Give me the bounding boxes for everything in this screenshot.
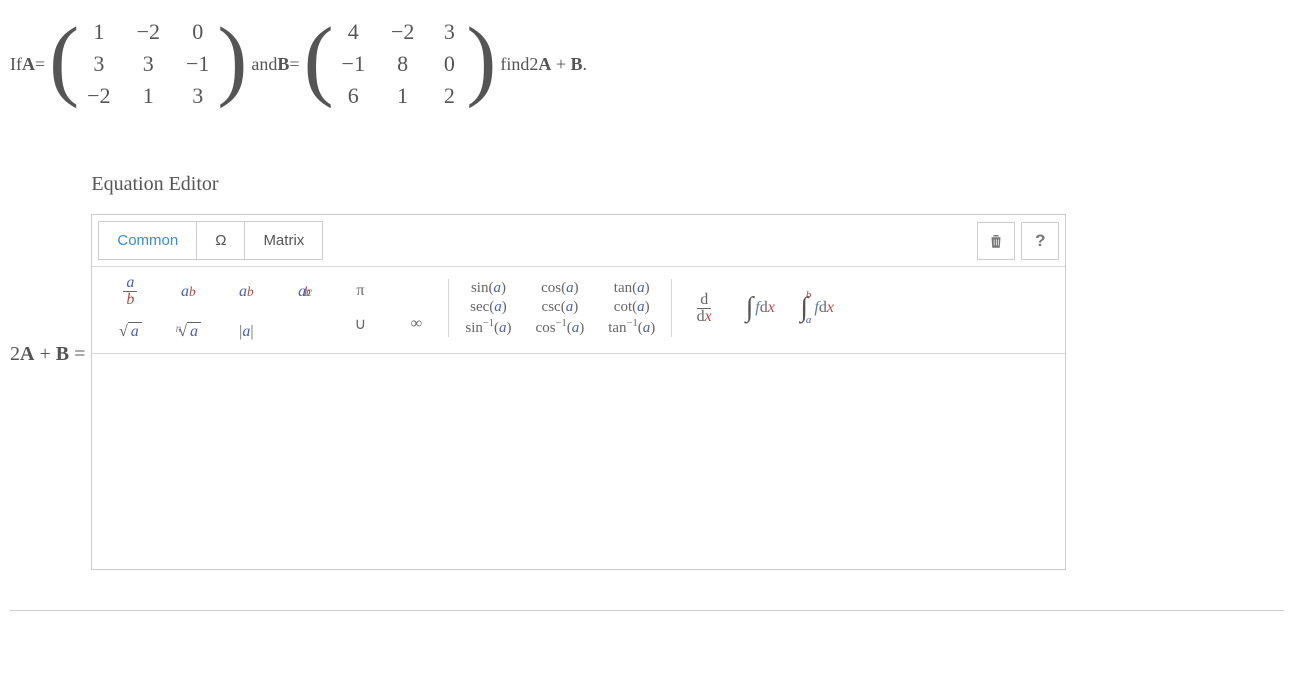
matrixB-cell: 2 [440,83,458,109]
tab-common[interactable]: Common [98,221,197,260]
palette-derivative[interactable]: ddx [684,290,724,327]
palette-fraction[interactable]: ab [110,273,150,310]
palette-pi[interactable]: π [340,280,380,302]
tab-matrix[interactable]: Matrix [244,221,323,260]
palette-trig-sin[interactable]: sin(a) sec(a) sin−1(a) [461,278,515,339]
matrixA-cell: 0 [186,19,209,45]
matrixB-cell: 6 [342,83,365,109]
palette-subsup[interactable]: acb [284,273,324,310]
matrixA-cell: 1 [137,83,160,109]
palette-separator [671,279,672,337]
right-paren: ) [466,15,496,113]
symbol-palette: ab ab ab acb √a [92,267,1065,354]
left-paren: ( [304,15,334,113]
problem-statement: If A = ( 1 −2 0 3 3 −1 −2 1 3 ) and B = … [10,15,1284,113]
trash-button[interactable] [977,222,1015,260]
matrixB-cell: 3 [440,19,458,45]
matrixB-cell: 4 [342,19,365,45]
matrixB-cell: −1 [342,51,365,77]
help-button[interactable]: ? [1021,222,1059,260]
matrixA-cell: −1 [186,51,209,77]
matrixA-cell: 3 [137,51,160,77]
matrixA-cell: 3 [87,51,110,77]
period: . [583,54,588,75]
palette-power[interactable]: ab [168,273,208,310]
matrixA-cell: 3 [186,83,209,109]
tab-omega[interactable]: Ω [196,221,245,260]
label-B: B [277,54,289,75]
equals-2: = [289,54,299,75]
right-paren: ) [217,15,247,113]
equation-editor: Common Ω Matrix ? ab [91,214,1066,570]
text-find: find [500,54,529,75]
label-A: A [22,54,35,75]
divider [10,610,1284,611]
matrixB-cell: −2 [391,19,414,45]
palette-sqrt[interactable]: √a [110,320,150,343]
matrix-B: ( 4 −2 3 −1 8 0 6 1 2 ) [304,15,497,113]
palette-infinity[interactable]: ∞ [396,313,436,335]
editor-toolbar: Common Ω Matrix ? [92,215,1065,267]
palette-separator [448,279,449,337]
palette-union[interactable]: ∪ [340,312,380,336]
text-and: and [251,54,277,75]
expr: 2A + B [529,54,582,75]
left-paren: ( [49,15,79,113]
matrixB-cell: 0 [440,51,458,77]
equation-input[interactable] [92,354,1065,569]
palette-trig-tan[interactable]: tan(a) cot(a) tan−1(a) [604,278,659,339]
matrixA-cell: 1 [87,19,110,45]
matrixA-cell: −2 [87,83,110,109]
matrixA-cell: −2 [137,19,160,45]
palette-subscript[interactable]: ab [226,273,266,310]
answer-lhs: 2A + B = [10,173,91,366]
equals-1: = [35,54,45,75]
trash-icon [987,232,1005,250]
editor-title: Equation Editor [91,173,1066,196]
matrix-A: ( 1 −2 0 3 3 −1 −2 1 3 ) [49,15,247,113]
palette-abs[interactable]: |a| [226,320,266,343]
matrixB-cell: 8 [391,51,414,77]
text-if: If [10,54,22,75]
palette-definite-integral[interactable]: ∫ ba fdx [796,288,838,328]
help-icon: ? [1035,231,1045,251]
palette-nroot[interactable]: n√a [168,320,208,343]
matrixB-cell: 1 [391,83,414,109]
palette-integral[interactable]: ∫fddxx [740,290,780,326]
palette-trig-cos[interactable]: cos(a) csc(a) cos−1(a) [532,278,589,339]
